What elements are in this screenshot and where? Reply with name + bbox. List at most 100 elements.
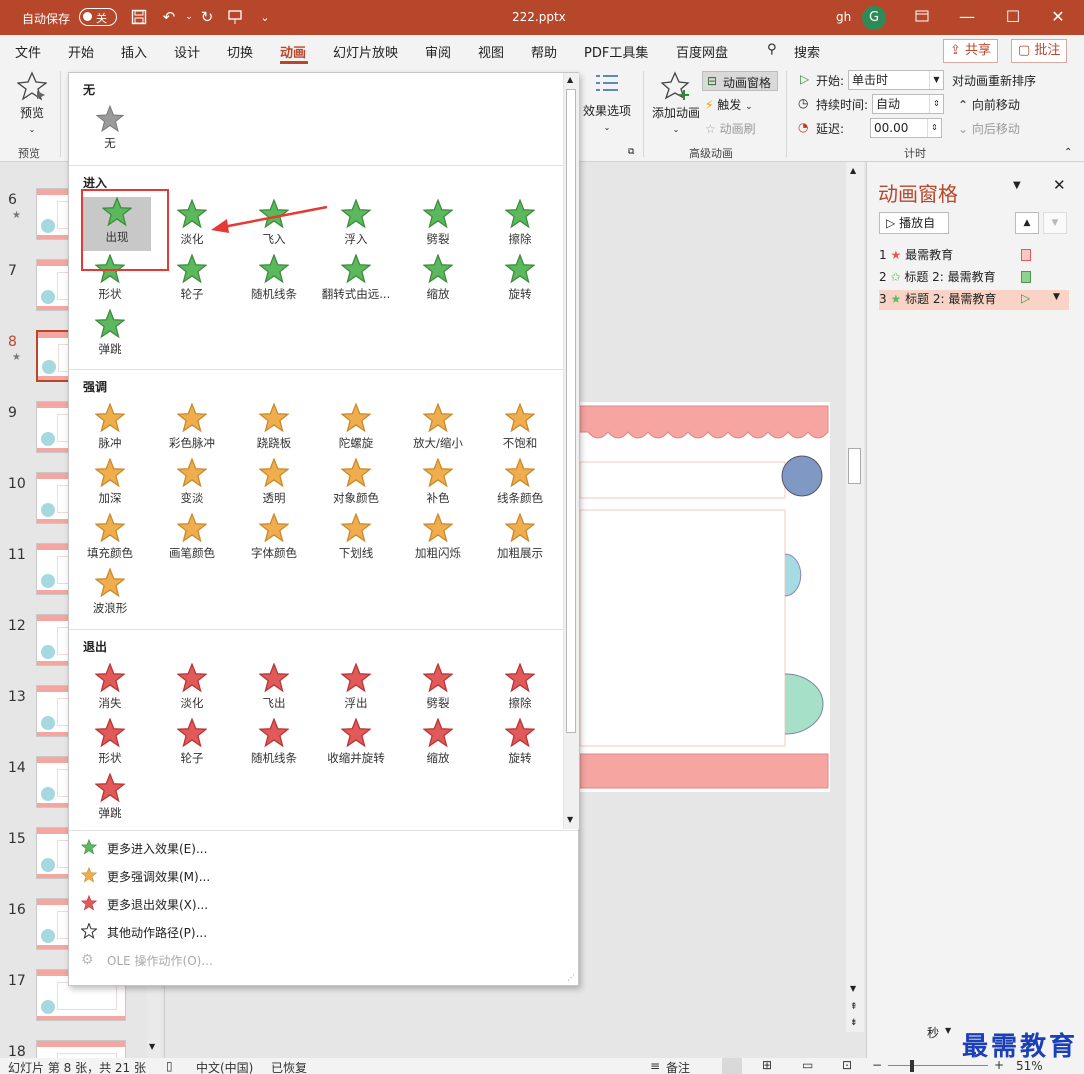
tab-baidu-netdisk[interactable]: 百度网盘 (676, 42, 728, 61)
exit-effect[interactable]: 轮子 (151, 718, 233, 772)
dialog-launcher-icon[interactable]: ⧉ (628, 147, 634, 157)
notes-button[interactable]: 备注 (666, 1059, 690, 1074)
emphasis-effect[interactable]: 线条颜色 (479, 458, 561, 512)
exit-effect[interactable]: 旋转 (479, 718, 561, 772)
more-exit-effects[interactable]: 更多退出效果(X)... (80, 893, 208, 915)
emphasis-effect[interactable]: 画笔颜色 (151, 513, 233, 567)
avatar[interactable]: G (862, 6, 886, 30)
emphasis-effect[interactable]: 脉冲 (69, 403, 151, 457)
exit-effect[interactable]: 浮出 (315, 663, 397, 717)
scroll-down-icon[interactable]: ▼ (149, 1042, 155, 1051)
animation-item[interactable]: 2 ✩ 标题 2: 最需教育 (879, 268, 1069, 288)
animation-pane-button[interactable]: ⊟ 动画窗格 (702, 71, 778, 91)
tab-review[interactable]: 审阅 (425, 42, 451, 61)
duration-input[interactable]: 自动 ⇕ (872, 94, 944, 114)
search-icon[interactable]: ⚲ (767, 42, 777, 57)
ribbon-display-icon[interactable] (908, 6, 936, 28)
entrance-effect[interactable]: 擦除 (479, 199, 561, 253)
start-select[interactable]: 单击时 ▼ (848, 70, 944, 90)
scroll-thumb[interactable] (566, 89, 576, 733)
tab-pdf-tools[interactable]: PDF工具集 (584, 42, 648, 61)
reading-view-icon[interactable]: ▭ (802, 1058, 813, 1072)
spinner-icon[interactable]: ⇕ (929, 95, 943, 113)
autosave-toggle[interactable]: 关 (79, 8, 117, 26)
tab-view[interactable]: 视图 (478, 42, 504, 61)
seconds-dropdown-icon[interactable]: ▼ (945, 1026, 951, 1035)
resize-grip-icon[interactable]: ⋰ (567, 973, 575, 982)
close-pane-icon[interactable]: ✕ (1053, 176, 1066, 194)
move-up-button[interactable]: ▲ (1015, 212, 1039, 234)
share-button[interactable]: ⇪ 共享 (943, 39, 999, 63)
scroll-down-icon[interactable]: ▼ (567, 815, 573, 824)
slide-sorter-icon[interactable]: ⊞ (762, 1058, 772, 1072)
slide-vertical-scrollbar[interactable]: ▲ ▼ ⇞ ⇟ (846, 162, 864, 1032)
entrance-effect[interactable]: 旋转 (479, 254, 561, 308)
exit-effect[interactable]: 淡化 (151, 663, 233, 717)
play-from-button[interactable]: ▷ 播放自 (879, 212, 949, 234)
exit-effect[interactable]: 随机线条 (233, 718, 315, 772)
tab-transitions[interactable]: 切换 (227, 42, 253, 61)
present-icon[interactable] (226, 8, 244, 26)
animation-item-selected[interactable]: 3 ★ 标题 2: 最需教育 ▷ ▼ (879, 290, 1069, 310)
emphasis-effect[interactable]: 对象颜色 (315, 458, 397, 512)
previous-slide-icon[interactable]: ⇞ (850, 1002, 858, 1012)
emphasis-effect[interactable]: 加深 (69, 458, 151, 512)
language-status[interactable]: 中文(中国) (196, 1059, 253, 1074)
gallery-scrollbar[interactable]: ▲ ▼ (563, 73, 579, 829)
scroll-up-icon[interactable]: ▲ (567, 75, 573, 84)
customize-qat-icon[interactable]: ⌄ (256, 8, 274, 26)
minimize-icon[interactable]: — (953, 6, 981, 28)
exit-effect[interactable]: 擦除 (479, 663, 561, 717)
item-dropdown-icon[interactable]: ▼ (1053, 292, 1060, 302)
comment-button[interactable]: ▢ 批注 (1011, 39, 1068, 63)
preview-button[interactable]: 预览 ⌄ (14, 71, 50, 135)
exit-effect[interactable]: 飞出 (233, 663, 315, 717)
effect-none[interactable]: 无 (69, 105, 151, 159)
emphasis-effect[interactable]: 字体颜色 (233, 513, 315, 567)
emphasis-effect[interactable]: 填充颜色 (69, 513, 151, 567)
other-motion-paths[interactable]: 其他动作路径(P)... (80, 921, 207, 943)
scroll-up-icon[interactable]: ▲ (850, 166, 856, 175)
trigger-button[interactable]: ⚡ 触发 ⌄ (705, 96, 753, 113)
emphasis-effect[interactable]: 不饱和 (479, 403, 561, 457)
ole-action-verbs[interactable]: ⚙ OLE 操作动作(O)... (81, 949, 213, 971)
undo-dropdown-icon[interactable]: ⌄ (180, 8, 198, 26)
save-icon[interactable] (130, 8, 148, 26)
tab-animations[interactable]: 动画 (280, 42, 306, 61)
move-earlier-button[interactable]: ⌃ 向前移动 (958, 96, 1020, 113)
entrance-effect[interactable]: 缩放 (397, 254, 479, 308)
collapse-ribbon-icon[interactable]: ⌃ (1064, 147, 1072, 158)
zoom-out-icon[interactable]: − (872, 1058, 882, 1072)
preview-dropdown-icon[interactable]: ⌄ (29, 125, 36, 134)
entrance-effect[interactable]: 弹跳 (69, 309, 151, 363)
tab-slideshow[interactable]: 幻灯片放映 (333, 42, 398, 61)
emphasis-effect[interactable]: 变淡 (151, 458, 233, 512)
effect-options-button[interactable]: 效果选项 ⌄ (583, 71, 631, 133)
tab-file[interactable]: 文件 (15, 42, 41, 61)
exit-effect[interactable]: 形状 (69, 718, 151, 772)
animation-item[interactable]: 1 ★ 最需教育 (879, 246, 1069, 266)
next-slide-icon[interactable]: ⇟ (850, 1018, 858, 1028)
more-entrance-effects[interactable]: 更多进入效果(E)... (80, 837, 207, 859)
notes-icon[interactable]: ≡ (650, 1059, 660, 1073)
emphasis-effect[interactable]: 下划线 (315, 513, 397, 567)
move-later-button[interactable]: ⌄ 向后移动 (958, 120, 1020, 137)
close-icon[interactable]: ✕ (1044, 6, 1072, 28)
pane-options-icon[interactable]: ▼ (1013, 180, 1021, 191)
slideshow-view-icon[interactable]: ⊡ (842, 1058, 852, 1072)
exit-effect[interactable]: 消失 (69, 663, 151, 717)
exit-effect[interactable]: 收缩并旋转 (315, 718, 397, 772)
tab-help[interactable]: 帮助 (531, 42, 557, 61)
tab-insert[interactable]: 插入 (121, 42, 147, 61)
emphasis-effect[interactable]: 波浪形 (69, 568, 151, 622)
emphasis-effect[interactable]: 加粗展示 (479, 513, 561, 567)
entrance-effect[interactable]: 随机线条 (233, 254, 315, 308)
exit-effect[interactable]: 弹跳 (69, 773, 151, 827)
exit-effect[interactable]: 劈裂 (397, 663, 479, 717)
redo-icon[interactable]: ↻ (198, 8, 216, 26)
delay-input[interactable]: 00.00 ⇕ (870, 118, 942, 138)
emphasis-effect[interactable]: 放大/缩小 (397, 403, 479, 457)
tab-home[interactable]: 开始 (68, 42, 94, 61)
scroll-thumb[interactable] (848, 448, 861, 484)
spellcheck-icon[interactable]: ▯ (166, 1059, 173, 1073)
